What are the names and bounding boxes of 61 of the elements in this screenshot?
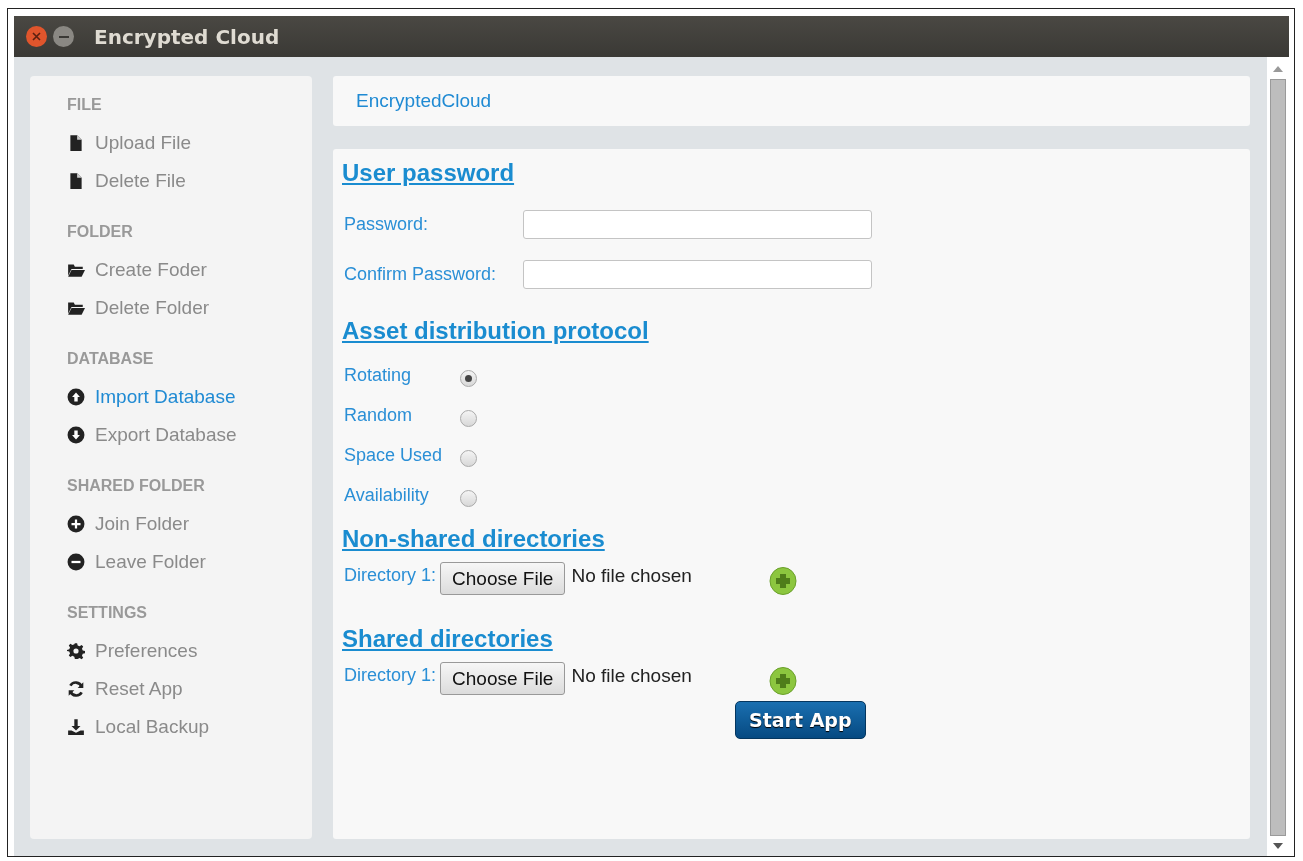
refresh-icon: [67, 680, 85, 698]
radio-button[interactable]: [460, 489, 477, 507]
down-arrow-circle-icon: [67, 426, 85, 444]
password-field[interactable]: [523, 209, 872, 239]
sidebar-heading: FOLDER: [67, 223, 134, 241]
minus-circle-icon: [67, 553, 85, 571]
scrollbar-thumb[interactable]: [1270, 79, 1286, 836]
field-label: Password:: [343, 213, 430, 235]
file-icon: [67, 134, 85, 152]
close-button[interactable]: [26, 26, 47, 47]
sidebar-item[interactable]: Create Foder: [67, 251, 312, 289]
sidebar-item[interactable]: Delete Folder: [67, 289, 312, 327]
radio-label: Rotating: [343, 364, 413, 386]
file-status: No file chosen: [571, 565, 693, 587]
file-status: No file chosen: [571, 665, 693, 687]
plus-circle-icon: [67, 515, 85, 533]
sidebar-heading: FILE: [67, 96, 103, 114]
sidebar-item[interactable]: Local Backup: [67, 708, 312, 746]
add-icon[interactable]: [769, 665, 798, 695]
section-heading: Shared directories: [342, 625, 553, 653]
scroll-up-icon[interactable]: [1272, 65, 1284, 73]
choose-file-button[interactable]: Choose File: [440, 562, 566, 595]
sidebar-item[interactable]: Join Folder: [67, 505, 312, 543]
sidebar-item[interactable]: Leave Folder: [67, 543, 312, 581]
radio-label: Random: [343, 404, 414, 426]
field-label: Confirm Password:: [343, 263, 498, 285]
section-heading: Non-shared directories: [342, 525, 605, 553]
add-icon[interactable]: [769, 565, 798, 595]
sidebar-item[interactable]: Upload File: [67, 124, 312, 162]
minimize-button[interactable]: [53, 26, 74, 47]
folder-icon: [67, 261, 85, 279]
close-icon: [32, 32, 41, 41]
password-field[interactable]: [523, 259, 872, 289]
radio-label: Space Used: [343, 444, 444, 466]
file-icon: [67, 172, 85, 190]
section-heading: User password: [342, 159, 515, 187]
section-heading: Asset distribution protocol: [342, 317, 649, 345]
radio-button[interactable]: [460, 369, 477, 387]
directory-label: Directory 1:: [343, 565, 437, 586]
settings-icon: [67, 642, 85, 660]
brand-link[interactable]: EncryptedCloud: [356, 90, 492, 112]
radio-button[interactable]: [460, 409, 477, 427]
sidebar-heading: SETTINGS: [67, 604, 148, 622]
sidebar-item[interactable]: Import Database: [67, 378, 312, 416]
sidebar-item[interactable]: Export Database: [67, 416, 312, 454]
choose-file-button[interactable]: Choose File: [440, 662, 566, 695]
scroll-down-icon[interactable]: [1272, 842, 1284, 850]
radio-button[interactable]: [460, 449, 477, 467]
download-icon: [67, 718, 85, 736]
directory-label: Directory 1:: [343, 665, 437, 686]
sidebar-item[interactable]: Delete File: [67, 162, 312, 200]
window-title: Encrypted Cloud: [94, 24, 280, 49]
radio-label: Availability: [343, 484, 430, 506]
start-app-button[interactable]: Start App: [735, 701, 866, 739]
folder-icon: [67, 299, 85, 317]
minimize-icon: [58, 35, 69, 38]
sidebar-heading: SHARED FOLDER: [67, 477, 206, 495]
up-arrow-circle-icon: [67, 388, 85, 406]
sidebar-heading: DATABASE: [67, 350, 155, 368]
sidebar-item[interactable]: Preferences: [67, 632, 312, 670]
sidebar-item[interactable]: Reset App: [67, 670, 312, 708]
